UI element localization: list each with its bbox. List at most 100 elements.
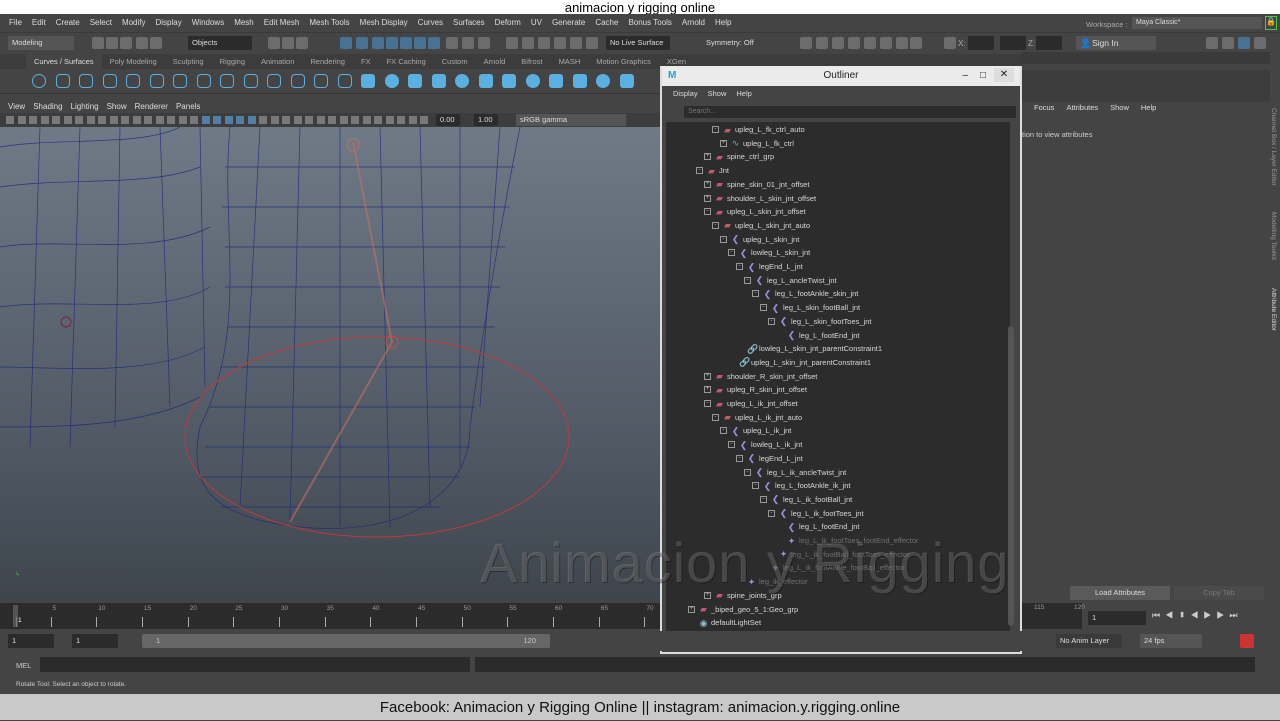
outliner-item[interactable]: 🔗 upleg_L_skin_jnt_parentConstraint1 [728, 356, 871, 369]
panel-tool-icon[interactable] [339, 116, 348, 124]
collapse-icon[interactable]: - [736, 454, 743, 462]
collapse-icon[interactable]: - [752, 290, 759, 298]
menu-file[interactable]: File [4, 18, 27, 27]
panel-tool-icon[interactable] [178, 116, 187, 124]
collapse-icon[interactable]: - [696, 167, 703, 175]
menu-surfaces[interactable]: Surfaces [448, 18, 490, 27]
shelf-tool-icon[interactable] [55, 74, 70, 88]
shelf-tool-icon[interactable] [173, 74, 187, 88]
shelf-tool-icon[interactable] [478, 74, 493, 88]
exposure-field[interactable]: 0.00 [436, 114, 460, 126]
shelf-tool-icon[interactable] [431, 74, 446, 88]
toolbar-tool-icon[interactable] [832, 37, 844, 49]
panel-menu-shading[interactable]: Shading [29, 100, 66, 113]
panel-tool-icon[interactable] [397, 116, 405, 124]
panel-tool-icon[interactable] [6, 116, 14, 124]
menu-edit-mesh[interactable]: Edit Mesh [259, 18, 305, 27]
shelf-tool-icon[interactable] [502, 74, 516, 88]
menu-select[interactable]: Select [85, 18, 117, 27]
panel-tool-icon[interactable] [201, 116, 210, 124]
playback-start-field[interactable]: 1 [72, 634, 118, 648]
toolbar-tool-icon[interactable] [400, 37, 412, 49]
fps-dropdown[interactable]: 24 fps [1140, 634, 1202, 648]
shelf-tool-icon[interactable] [525, 74, 540, 88]
toolbar-tool-icon[interactable] [282, 37, 294, 49]
panel-tool-icon[interactable] [316, 116, 325, 124]
panel-tool-icon[interactable] [305, 116, 313, 124]
expand-icon[interactable]: + [704, 153, 711, 161]
menu-arnold[interactable]: Arnold [677, 18, 710, 27]
time-slider[interactable]: 1 5 10 15 20 25 30 35 40 45 50 55 60 65 70 [0, 603, 660, 629]
panel-tool-icon[interactable] [236, 116, 244, 124]
outliner-search-input[interactable]: Search... [684, 106, 1016, 118]
shelf-tool-icon[interactable] [337, 74, 352, 88]
shelf-tool-icon[interactable] [408, 74, 422, 88]
toolbar-tool-icon[interactable] [106, 37, 118, 49]
shelf-tab-rigging[interactable]: Rigging [212, 54, 253, 69]
outliner-item[interactable]: - ▰ upleg_L_fk_ctrl_auto [712, 123, 805, 136]
attr-menu-show[interactable]: Show [1104, 103, 1135, 112]
toolbar-tool-icon[interactable] [880, 37, 892, 49]
menu-mesh-display[interactable]: Mesh Display [355, 18, 413, 27]
shelf-tab-fx[interactable]: FX [353, 54, 379, 69]
command-input[interactable] [40, 657, 470, 672]
outliner-menu-display[interactable]: Display [668, 86, 703, 102]
shelf-tab-rendering[interactable]: Rendering [302, 54, 353, 69]
shelf-tab-custom[interactable]: Custom [434, 54, 476, 69]
outliner-item[interactable]: - ▰ Jnt [696, 164, 729, 177]
panel-tool-icon[interactable] [98, 116, 106, 124]
shelf-tab-curves-surfaces[interactable]: Curves / Surfaces [26, 54, 102, 69]
shelf-tool-icon[interactable] [102, 74, 117, 88]
toolbar-tool-icon[interactable] [816, 37, 828, 49]
panel-tool-icon[interactable] [385, 116, 394, 124]
collapse-icon[interactable]: - [768, 509, 775, 517]
menu-create[interactable]: Create [51, 18, 85, 27]
outliner-item[interactable]: 🔗 lowleg_L_skin_jnt_parentConstraint1 [736, 342, 882, 355]
toolbar-tool-icon[interactable] [570, 37, 582, 49]
outliner-item[interactable]: - ❮ lowleg_L_skin_jnt [728, 246, 810, 259]
toolbar-tool-icon[interactable] [414, 37, 426, 49]
toolbar-tool-icon[interactable] [1238, 37, 1250, 49]
panel-menu-lighting[interactable]: Lighting [67, 100, 103, 113]
shelf-tool-icon[interactable] [361, 74, 375, 88]
toolbar-tool-icon[interactable] [1206, 37, 1218, 49]
menu-edit[interactable]: Edit [27, 18, 51, 27]
toolbar-tool-icon[interactable] [92, 37, 104, 49]
outliner-item[interactable]: + ▰ shoulder_R_skin_jnt_offset [704, 370, 817, 383]
x-field[interactable] [968, 36, 994, 50]
outliner-item[interactable]: - ❮ leg_L_ancleTwist_jnt [744, 274, 837, 287]
outliner-item[interactable]: - ❮ leg_L_ik_ancleTwist_jnt [744, 466, 846, 479]
collapse-icon[interactable]: - [736, 263, 743, 270]
panel-tool-icon[interactable] [224, 116, 233, 124]
shelf-tool-icon[interactable] [149, 74, 164, 88]
attribute-editor-tab[interactable]: Attribute Editor [1270, 288, 1277, 331]
outliner-item[interactable]: + ▰ _biped_geo_5_1:Geo_grp [688, 603, 798, 616]
current-frame-field[interactable]: 1 [1088, 611, 1146, 625]
shelf-tool-icon[interactable] [79, 74, 93, 88]
menu-windows[interactable]: Windows [187, 18, 229, 27]
menu-display[interactable]: Display [151, 18, 187, 27]
toolbar-tool-icon[interactable] [1222, 37, 1234, 49]
panel-tool-icon[interactable] [109, 116, 118, 124]
z-field[interactable] [1036, 36, 1062, 50]
outliner-item[interactable]: - ▰ upleg_L_ik_jnt_auto [712, 411, 802, 424]
collapse-icon[interactable]: - [744, 468, 751, 476]
panel-tool-icon[interactable] [408, 116, 417, 124]
panel-tool-icon[interactable] [247, 116, 256, 124]
panel-tool-icon[interactable] [420, 116, 428, 124]
panel-menu-view[interactable]: View [4, 100, 29, 113]
shelf-tool-icon[interactable] [619, 74, 634, 88]
toolbar-tool-icon[interactable] [944, 37, 956, 49]
toolbar-tool-icon[interactable] [864, 37, 876, 49]
shelf-tool-icon[interactable] [596, 74, 610, 88]
collapse-icon[interactable]: - [720, 427, 727, 435]
outliner-item[interactable]: - ❮ upleg_L_ik_jnt [720, 424, 791, 437]
toolbar-tool-icon[interactable] [1254, 37, 1266, 49]
shelf-tool-icon[interactable] [572, 74, 587, 88]
color-space-dropdown[interactable]: sRGB gamma [516, 114, 626, 126]
toolbar-tool-icon[interactable] [428, 37, 440, 49]
attr-menu-attributes[interactable]: Attributes [1060, 103, 1104, 112]
shelf-tool-icon[interactable] [549, 74, 563, 88]
outliner-item[interactable]: - ▰ upleg_L_skin_jnt_auto [712, 219, 810, 232]
minimize-icon[interactable]: – [962, 66, 968, 86]
